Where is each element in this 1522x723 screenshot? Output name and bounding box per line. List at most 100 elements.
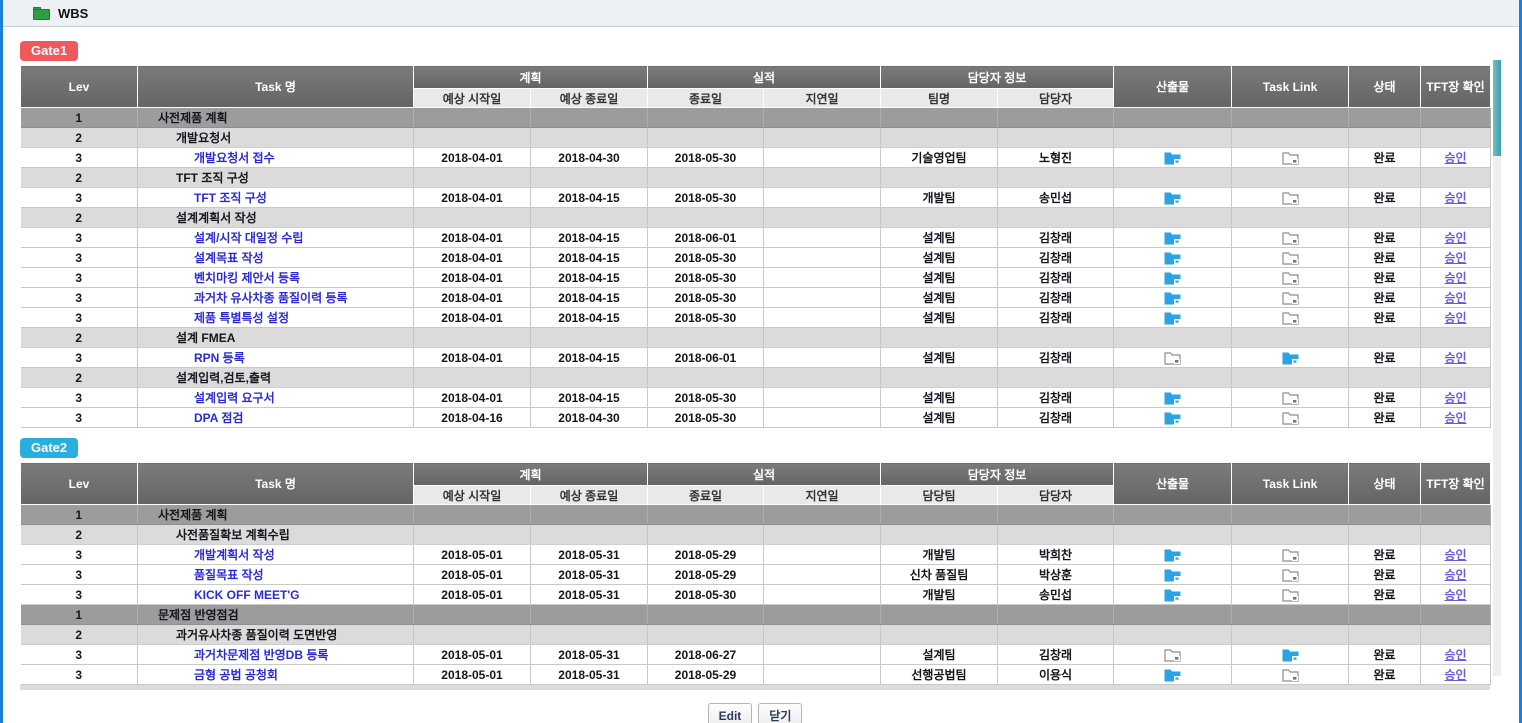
folder-blue-icon[interactable]: [1164, 151, 1181, 165]
folder-blue-icon[interactable]: [1164, 411, 1181, 425]
edit-button[interactable]: Edit: [708, 703, 753, 723]
folder-blue-icon[interactable]: [1282, 648, 1299, 662]
folder-gray-icon[interactable]: [1282, 291, 1299, 305]
approve-link[interactable]: 승인: [1444, 311, 1466, 325]
vertical-scrollbar[interactable]: [1493, 60, 1501, 676]
page-title: WBS: [58, 6, 88, 21]
task-name-cell: 개발요청서 접수: [138, 148, 414, 168]
folder-gray-icon[interactable]: [1164, 648, 1181, 662]
tft-confirm-cell: 승인: [1421, 665, 1491, 685]
plan-end-cell: [531, 328, 648, 348]
folder-blue-icon[interactable]: [1164, 311, 1181, 325]
folder-gray-icon[interactable]: [1282, 668, 1299, 682]
table-row: 3금형 공법 공청회2018-05-012018-05-312018-05-29…: [21, 665, 1491, 685]
col-group-owner-info: 담당자 정보: [881, 66, 1114, 89]
folder-gray-icon[interactable]: [1282, 151, 1299, 165]
folder-blue-icon[interactable]: [1164, 271, 1181, 285]
approve-link[interactable]: 승인: [1444, 151, 1466, 165]
status-cell: [1349, 208, 1421, 228]
folder-gray-icon[interactable]: [1282, 568, 1299, 582]
task-link-cell: [1232, 288, 1349, 308]
folder-gray-icon[interactable]: [1282, 411, 1299, 425]
approve-link[interactable]: 승인: [1444, 588, 1466, 602]
folder-blue-icon[interactable]: [1282, 351, 1299, 365]
folder-blue-icon[interactable]: [1164, 251, 1181, 265]
task-name-link[interactable]: 개발계획서 작성: [138, 548, 275, 562]
approve-link[interactable]: 승인: [1444, 648, 1466, 662]
owner-cell: 김창래: [998, 308, 1114, 328]
approve-link[interactable]: 승인: [1444, 351, 1466, 365]
folder-gray-icon[interactable]: [1282, 191, 1299, 205]
folder-blue-icon[interactable]: [1164, 588, 1181, 602]
scrollbar-thumb[interactable]: [1493, 60, 1501, 156]
owner-cell: 박희찬: [998, 545, 1114, 565]
folder-blue-icon[interactable]: [1164, 231, 1181, 245]
plan-start-cell: 2018-05-01: [414, 585, 531, 605]
status-cell: 완료: [1349, 308, 1421, 328]
table-row: 2설계 FMEA: [21, 328, 1491, 348]
close-button[interactable]: 닫기: [758, 703, 802, 723]
approve-link[interactable]: 승인: [1444, 668, 1466, 682]
task-name-link[interactable]: KICK OFF MEET'G: [138, 588, 300, 602]
plan-end-cell: 2018-05-31: [531, 565, 648, 585]
task-name-link[interactable]: RPN 등록: [138, 351, 245, 365]
task-name-link[interactable]: 과거차 유사차종 품질이력 등록: [138, 291, 348, 305]
plan-start-cell: 2018-04-01: [414, 308, 531, 328]
delay-cell: [764, 168, 881, 188]
approve-link[interactable]: 승인: [1444, 411, 1466, 425]
status-cell: 완료: [1349, 665, 1421, 685]
folder-blue-icon[interactable]: [1164, 391, 1181, 405]
folder-blue-icon[interactable]: [1164, 191, 1181, 205]
folder-gray-icon[interactable]: [1282, 391, 1299, 405]
team-cell: 선행공법팀: [881, 665, 998, 685]
team-cell: [881, 368, 998, 388]
approve-link[interactable]: 승인: [1444, 391, 1466, 405]
task-name-link[interactable]: DPA 점검: [138, 411, 243, 425]
approve-link[interactable]: 승인: [1444, 291, 1466, 305]
folder-gray-icon[interactable]: [1282, 231, 1299, 245]
task-name-link[interactable]: 품질목표 작성: [138, 568, 264, 582]
task-name-link[interactable]: 벤치마킹 제안서 등록: [138, 271, 300, 285]
task-link-cell: [1232, 128, 1349, 148]
folder-blue-icon[interactable]: [1164, 568, 1181, 582]
task-name-link[interactable]: 개발요청서 접수: [138, 151, 275, 165]
folder-blue-icon[interactable]: [1164, 548, 1181, 562]
delay-cell: [764, 108, 881, 128]
folder-gray-icon[interactable]: [1164, 351, 1181, 365]
team-cell: [881, 208, 998, 228]
tft-confirm-cell: 승인: [1421, 268, 1491, 288]
delay-cell: [764, 545, 881, 565]
approve-link[interactable]: 승인: [1444, 251, 1466, 265]
lev-cell: 2: [21, 625, 138, 645]
folder-gray-icon[interactable]: [1282, 251, 1299, 265]
task-name-link[interactable]: 설계입력 요구서: [138, 391, 275, 405]
folder-gray-icon[interactable]: [1282, 548, 1299, 562]
approve-link[interactable]: 승인: [1444, 548, 1466, 562]
plan-end-cell: [531, 625, 648, 645]
task-name-link[interactable]: 제품 특별특성 설정: [138, 311, 289, 325]
approve-link[interactable]: 승인: [1444, 191, 1466, 205]
task-name-link[interactable]: 금형 공법 공청회: [138, 668, 278, 682]
lev-cell: 3: [21, 545, 138, 565]
folder-blue-icon[interactable]: [1164, 291, 1181, 305]
col-header-plan-start: 예상 시작일: [414, 486, 531, 505]
folder-blue-icon[interactable]: [1164, 668, 1181, 682]
table-row: 3품질목표 작성2018-05-012018-05-312018-05-29신차…: [21, 565, 1491, 585]
task-name-link[interactable]: 과거차문제점 반영DB 등록: [138, 648, 328, 662]
task-group-label: 설계 FMEA: [138, 331, 235, 345]
task-name-link[interactable]: 설계/시작 대일정 수립: [138, 231, 303, 245]
delay-cell: [764, 645, 881, 665]
col-group-actual: 실적: [648, 463, 881, 486]
folder-gray-icon[interactable]: [1282, 311, 1299, 325]
table-row: 2사전품질확보 계획수립: [21, 525, 1491, 545]
approve-link[interactable]: 승인: [1444, 271, 1466, 285]
task-name-link[interactable]: TFT 조직 구성: [138, 191, 267, 205]
tft-confirm-cell: 승인: [1421, 545, 1491, 565]
approve-link[interactable]: 승인: [1444, 568, 1466, 582]
task-link-cell: [1232, 268, 1349, 288]
approve-link[interactable]: 승인: [1444, 231, 1466, 245]
col-header-lev: Lev: [21, 66, 138, 108]
folder-gray-icon[interactable]: [1282, 588, 1299, 602]
folder-gray-icon[interactable]: [1282, 271, 1299, 285]
task-name-link[interactable]: 설계목표 작성: [138, 251, 264, 265]
